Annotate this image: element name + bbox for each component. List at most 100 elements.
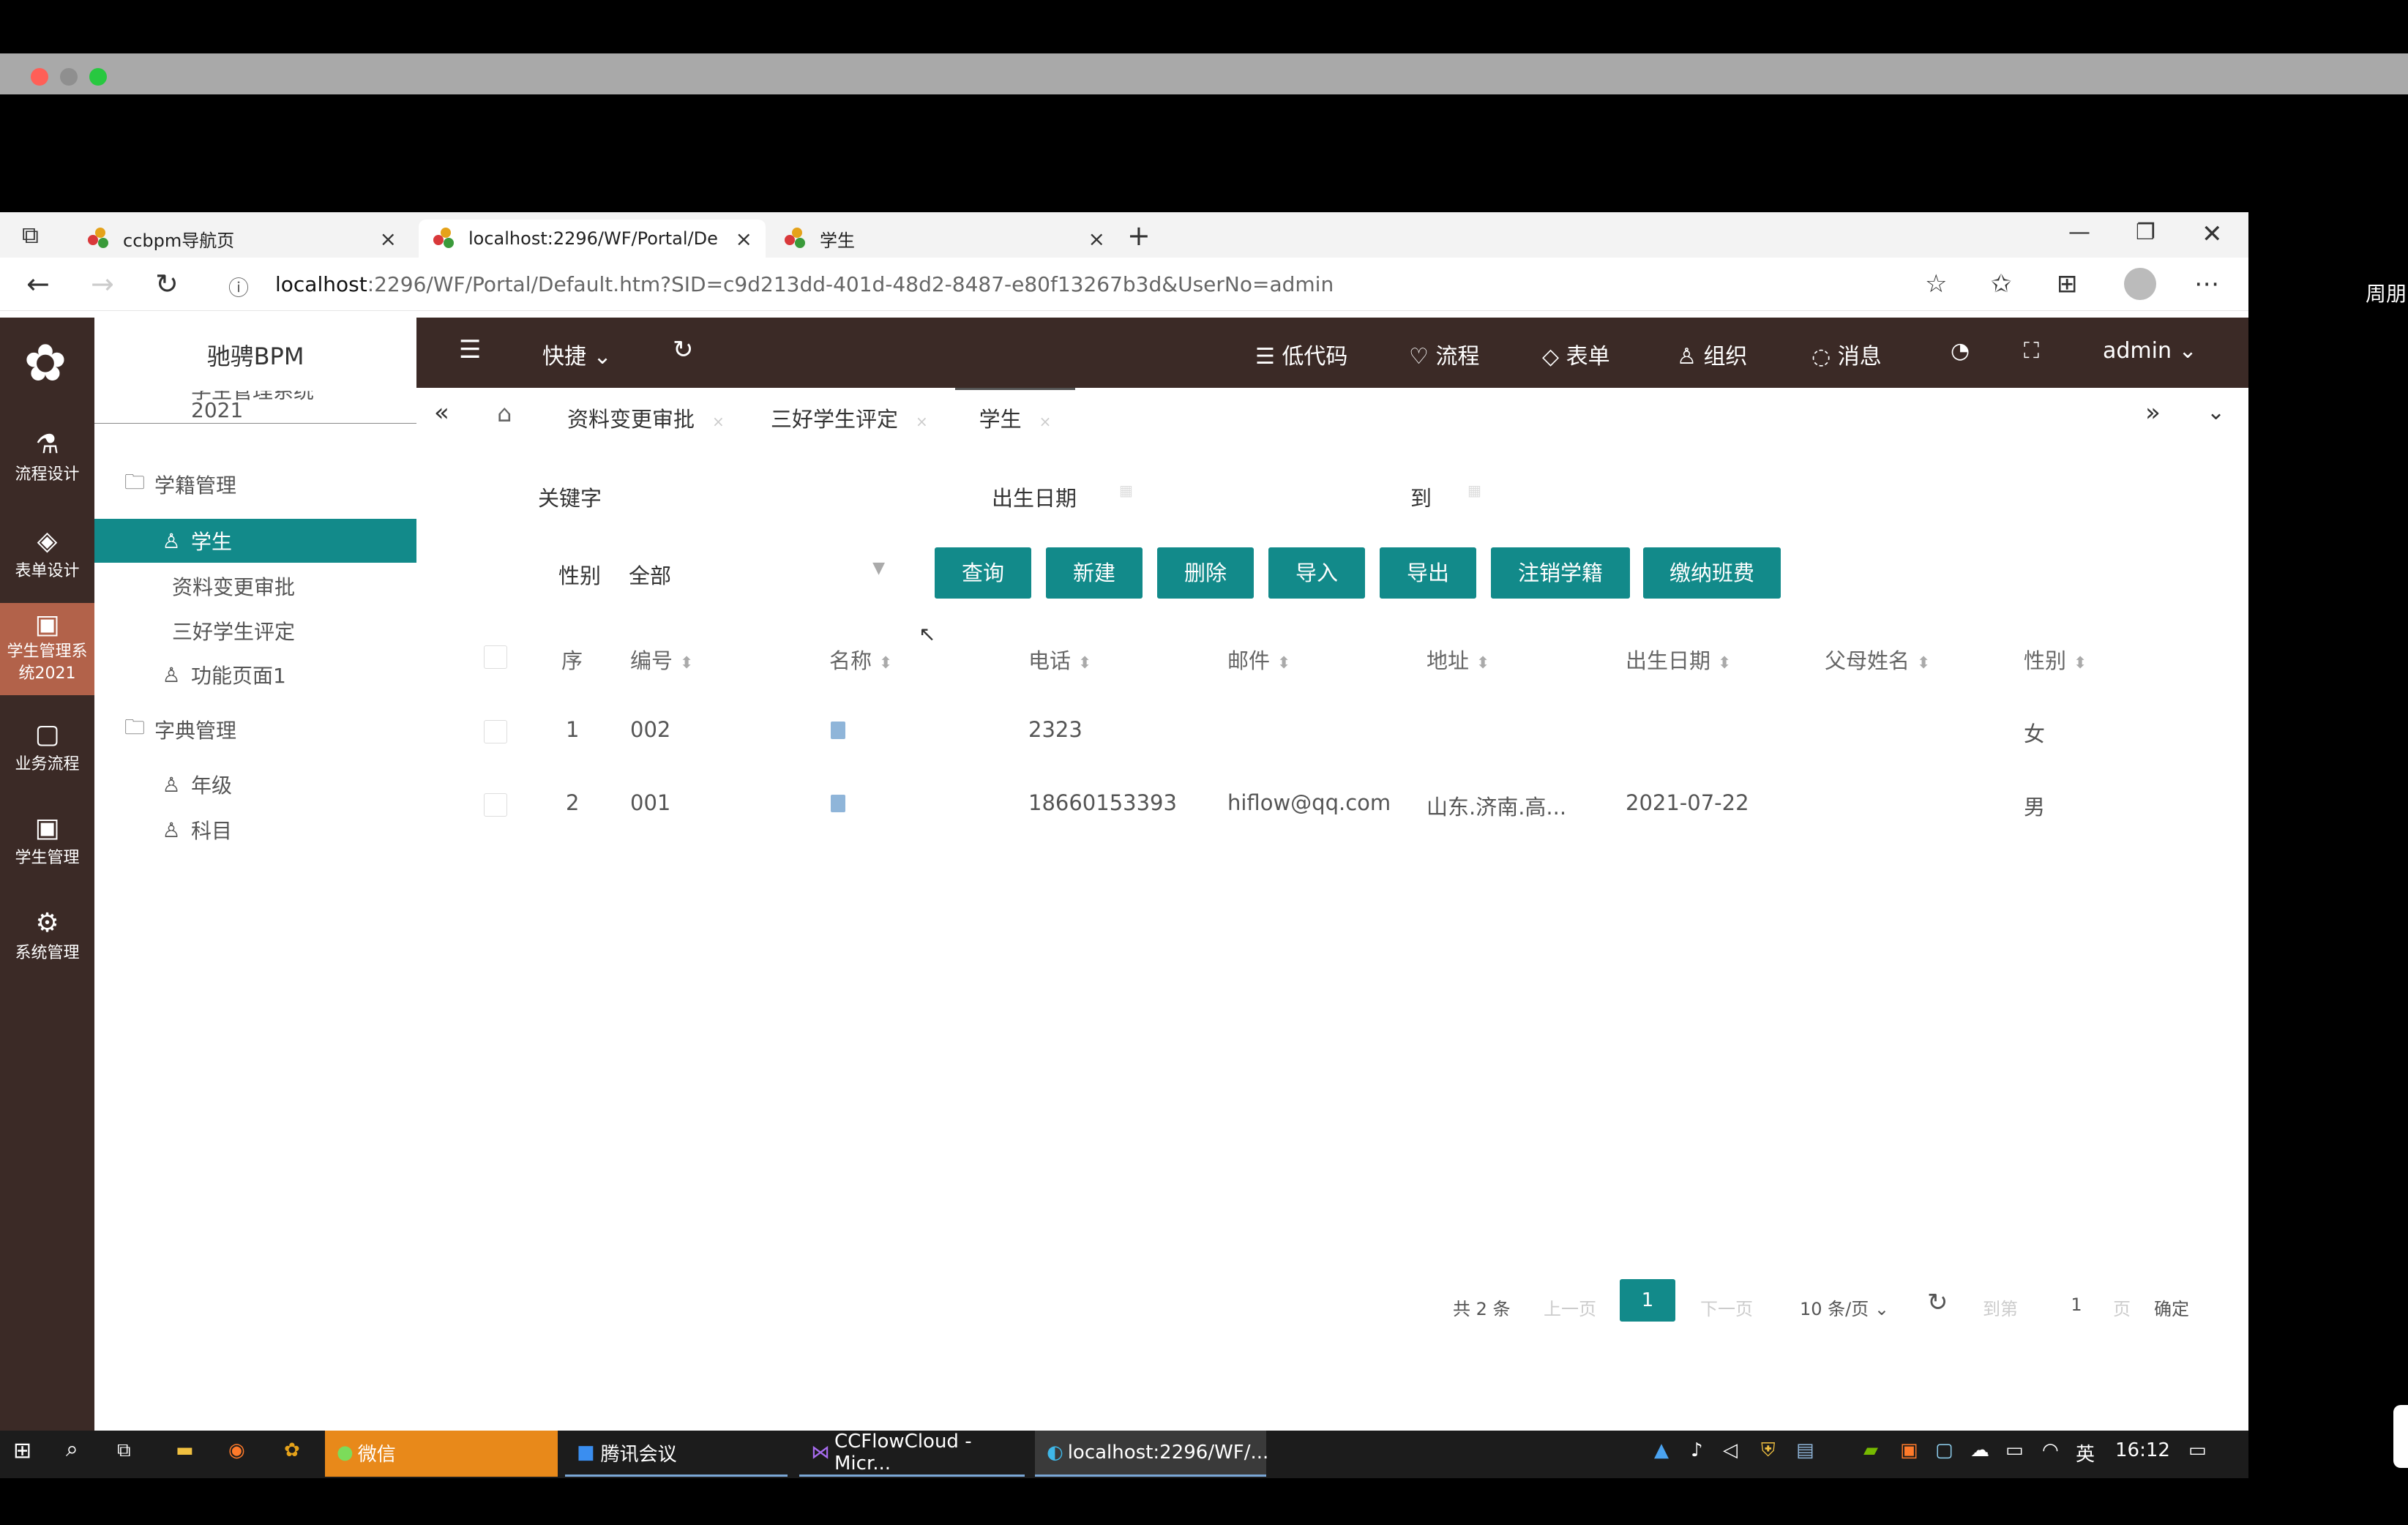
zoom-dot-icon[interactable] [89, 68, 107, 86]
birth-date-to-input[interactable]: ▦ [1467, 474, 1687, 512]
page-size-select[interactable]: 10 条/页 ⌄ [1800, 1294, 1889, 1320]
add-favorite-icon[interactable]: ☆ [1925, 269, 1947, 299]
sidebar-group-student-records[interactable]: 🗀 学籍管理 [94, 462, 416, 506]
browser-tab-2[interactable]: localhost:2296/WF/Portal/Defau × [419, 220, 766, 258]
taskbar-app-edge[interactable]: ◐ localhost:2296/WF/... [1035, 1431, 1268, 1477]
birth-date-from-input[interactable]: ▦ [1119, 474, 1339, 512]
microphone-icon[interactable]: ♪ [1691, 1439, 1703, 1461]
app-logo-icon[interactable]: ✿ [15, 332, 76, 394]
close-tab-icon[interactable]: × [1088, 227, 1105, 251]
close-dot-icon[interactable] [31, 68, 48, 86]
new-tab-icon[interactable]: + [1127, 220, 1151, 252]
minimize-dot-icon[interactable] [60, 68, 78, 86]
col-header-birth[interactable]: 出生日期 ⬍ [1626, 644, 1731, 675]
notification-icon[interactable]: ▭ [2188, 1439, 2207, 1461]
palette-icon[interactable]: ◔ [1951, 338, 1970, 364]
goto-confirm-button[interactable]: 确定 [2154, 1294, 2189, 1320]
sort-icon[interactable]: ⬍ [1078, 654, 1091, 672]
search-button[interactable]: 查询 [935, 547, 1031, 599]
sort-icon[interactable]: ⬍ [1917, 654, 1930, 672]
current-page-button[interactable]: 1 [1620, 1279, 1675, 1322]
user-menu[interactable]: admin ⌄ [2103, 338, 2197, 364]
search-icon[interactable]: ⌕ [66, 1436, 78, 1462]
row-checkbox[interactable] [484, 793, 507, 817]
close-tab-icon[interactable]: × [736, 227, 752, 251]
task-view-icon[interactable]: ⧉ [117, 1439, 131, 1462]
taskbar-app-visual-studio[interactable]: ⋈ CCFlowCloud - Micr... [799, 1431, 1025, 1477]
wifi-icon[interactable]: ◠ [2042, 1439, 2059, 1461]
document-icon[interactable] [831, 722, 845, 739]
page-tab-change-approval[interactable]: 资料变更审批 × [567, 402, 725, 433]
scroll-left-icon[interactable]: « [434, 398, 449, 427]
input-language[interactable]: 英 [2076, 1439, 2095, 1466]
col-header-address[interactable]: 地址 ⬍ [1427, 644, 1489, 675]
tray-window-icon[interactable]: ▢ [1935, 1439, 1953, 1461]
reload-icon[interactable]: ↻ [673, 335, 694, 364]
col-header-phone[interactable]: 电话 ⬍ [1028, 644, 1091, 675]
nav-form[interactable]: ◇ 表单 [1542, 338, 1610, 370]
battery-icon[interactable]: ▭ [2005, 1439, 2024, 1461]
next-page-button[interactable]: 下一页 [1700, 1294, 1753, 1320]
close-icon[interactable]: × [712, 413, 725, 430]
tray-storage-icon[interactable]: ▤ [1796, 1439, 1814, 1461]
scroll-right-icon[interactable]: » [2145, 398, 2161, 427]
browser-tab-3[interactable]: 学生 × [770, 220, 1118, 258]
nav-flow[interactable]: ♡ 流程 [1409, 338, 1479, 370]
deregister-button[interactable]: 注销学籍 [1491, 547, 1630, 599]
menu-toggle-icon[interactable]: ☰ [459, 335, 481, 364]
tabs-dropdown-icon[interactable]: ⌄ [2207, 400, 2225, 425]
file-explorer-icon[interactable]: ▬ [176, 1439, 194, 1461]
refresh-icon[interactable]: ↻ [1927, 1288, 1948, 1317]
col-header-email[interactable]: 邮件 ⬍ [1227, 644, 1290, 675]
nav-message[interactable]: ◌ 消息 [1811, 338, 1882, 370]
volume-icon[interactable]: ◁ [1723, 1439, 1738, 1461]
onedrive-icon[interactable]: ☁ [1970, 1439, 1989, 1461]
pay-class-fee-button[interactable]: 缴纳班费 [1643, 547, 1781, 599]
close-icon[interactable]: × [916, 413, 928, 430]
minimize-icon[interactable]: — [2068, 220, 2090, 245]
row-checkbox[interactable] [484, 720, 507, 743]
col-header-gender[interactable]: 性别 ⬍ [2024, 644, 2087, 675]
back-icon[interactable]: ← [26, 268, 50, 300]
taskbar-app-tencent-meeting[interactable]: ■ 腾讯会议 [565, 1431, 788, 1477]
col-header-code[interactable]: 编号 ⬍ [630, 644, 693, 675]
ccbpm-app-icon[interactable]: ✿ [284, 1439, 300, 1461]
select-all-checkbox[interactable] [484, 645, 507, 669]
sort-icon[interactable]: ⬍ [2074, 654, 2087, 672]
goto-page-input[interactable]: 1 [2056, 1294, 2097, 1315]
export-button[interactable]: 导出 [1380, 547, 1476, 599]
close-tab-icon[interactable]: × [380, 227, 397, 251]
sidebar-item-grade[interactable]: ♙ 年级 [94, 762, 416, 806]
page-tab-student[interactable]: 学生 × [955, 388, 1075, 433]
sidebar-item-merit-student[interactable]: 三好学生评定 [94, 609, 416, 653]
tray-app-icon[interactable]: ▲ [1654, 1439, 1669, 1461]
clock[interactable]: 16:12 [2115, 1439, 2170, 1461]
sidebar-item-subject[interactable]: ♙ 科目 [94, 808, 416, 852]
site-info-icon[interactable]: ⓘ [228, 272, 249, 301]
nvidia-icon[interactable]: ▰ [1863, 1439, 1878, 1461]
nav-org[interactable]: ♙ 组织 [1677, 338, 1747, 370]
keyword-input[interactable] [636, 474, 878, 512]
sort-icon[interactable]: ⬍ [1718, 654, 1731, 672]
quick-menu[interactable]: 快捷 ⌄ [542, 338, 612, 370]
nav-lowcode[interactable]: ☰ 低代码 [1255, 338, 1347, 370]
delete-button[interactable]: 删除 [1157, 547, 1254, 599]
sidebar-item-change-approval[interactable]: 资料变更审批 [94, 564, 416, 608]
sidebar-group-dictionary[interactable]: 🗀 字典管理 [94, 708, 416, 752]
sort-icon[interactable]: ⬍ [680, 654, 693, 672]
tab-actions-icon[interactable]: ⧉ [22, 221, 39, 250]
sort-icon[interactable]: ⬍ [879, 654, 892, 672]
home-icon[interactable]: ⌂ [497, 400, 512, 427]
rail-item-business-flow[interactable]: ▢ 业务流程 [0, 710, 94, 796]
document-icon[interactable] [831, 795, 845, 812]
sort-icon[interactable]: ⬍ [1277, 654, 1290, 672]
forward-icon[interactable]: → [91, 268, 114, 300]
close-window-icon[interactable]: ✕ [2202, 220, 2223, 249]
profile-avatar[interactable] [2124, 268, 2156, 300]
gender-select[interactable]: 全部 ▼ [629, 549, 885, 594]
import-button[interactable]: 导入 [1268, 547, 1365, 599]
col-header-name[interactable]: 名称 ⬍ [829, 644, 892, 675]
browser-tab-1[interactable]: ccbpm导航页 × [73, 220, 410, 258]
firefox-icon[interactable]: ◉ [228, 1439, 245, 1461]
side-widget[interactable] [2393, 1405, 2408, 1468]
